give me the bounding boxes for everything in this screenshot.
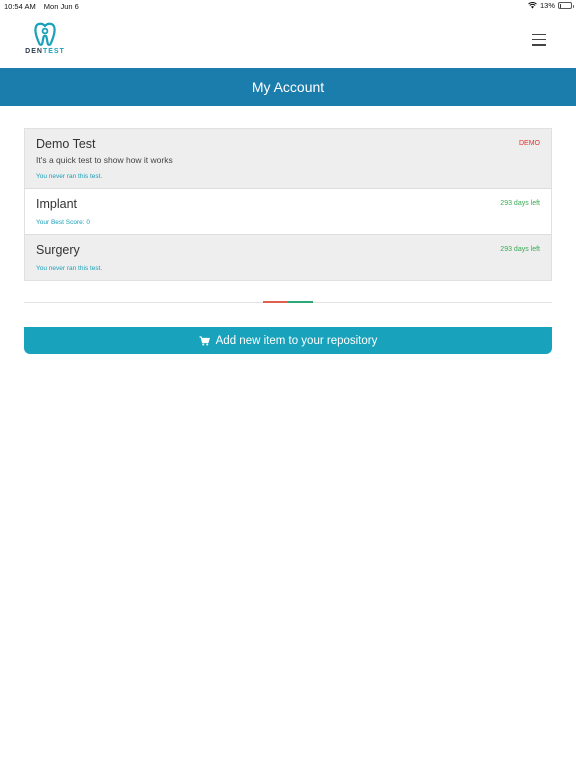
battery-percent: 13%: [539, 1, 555, 10]
item-meta: Your Best Score: 0: [36, 219, 90, 226]
days-left-badge: 293 days left: [500, 200, 540, 207]
item-meta: You never ran this test.: [36, 173, 103, 180]
cart-icon: [199, 335, 210, 346]
list-item-demo-test[interactable]: Demo Test It's a quick test to show how …: [25, 129, 551, 188]
page-title: My Account: [251, 79, 325, 95]
item-title: Demo Test: [36, 137, 96, 151]
test-list: Demo Test It's a quick test to show how …: [24, 128, 552, 281]
divider-accent-red: [263, 301, 288, 303]
logo-wordmark: DENTEST: [25, 48, 65, 55]
item-title: Implant: [36, 197, 77, 211]
page-title-bar: My Account: [0, 68, 576, 106]
item-title: Surgery: [36, 243, 80, 257]
hamburger-menu-icon[interactable]: [532, 34, 546, 46]
status-right: 13%: [528, 1, 574, 10]
wifi-icon: [528, 2, 537, 9]
list-item-surgery[interactable]: Surgery You never ran this test. 293 day…: [25, 234, 551, 280]
list-item-implant[interactable]: Implant Your Best Score: 0 293 days left: [25, 188, 551, 234]
item-meta: You never ran this test.: [36, 265, 103, 272]
divider-accent-green: [288, 301, 313, 303]
status-date: Mon Jun 6: [43, 2, 79, 11]
demo-badge: DEMO: [519, 140, 540, 147]
app-header: DENTEST: [0, 13, 576, 68]
dentest-logo[interactable]: DENTEST: [25, 21, 65, 55]
status-time: 10:54 AM: [4, 2, 36, 11]
status-time-date: 10:54 AM Mon Jun 6: [4, 2, 85, 11]
add-item-label: Add new item to your repository: [215, 334, 378, 347]
battery-fill: [559, 3, 562, 8]
battery-icon: [558, 2, 574, 9]
status-bar: 10:54 AM Mon Jun 6 13%: [0, 0, 576, 13]
add-item-button[interactable]: Add new item to your repository: [24, 327, 552, 354]
section-divider: [24, 301, 552, 303]
item-description: It's a quick test to show how it works: [36, 155, 173, 165]
tooth-icon: [34, 22, 56, 46]
days-left-badge: 293 days left: [500, 246, 540, 253]
